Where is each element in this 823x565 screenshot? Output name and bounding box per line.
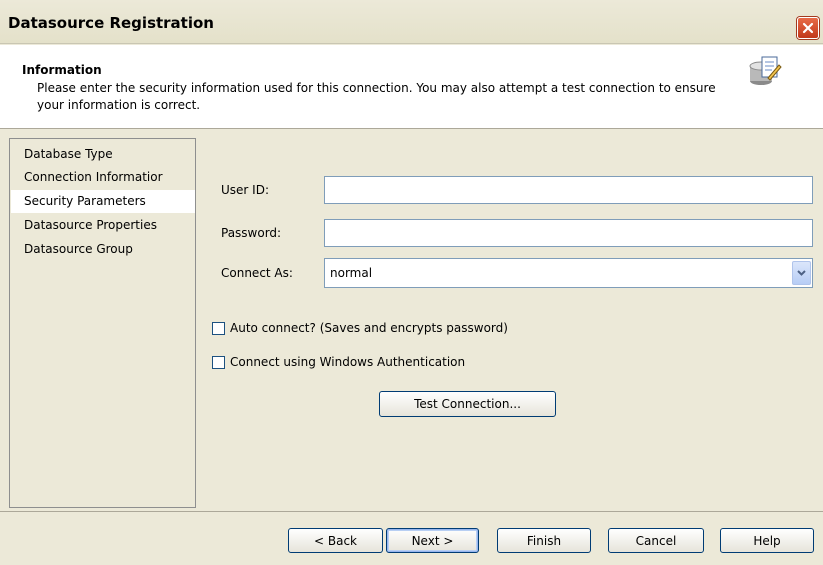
nav-item-security-parameters[interactable]: Security Parameters <box>11 190 195 213</box>
connect-as-select[interactable]: normal <box>324 258 813 288</box>
password-label: Password: <box>221 226 282 240</box>
back-button[interactable]: < Back <box>288 528 383 553</box>
nav-item-connection-information[interactable]: Connection Informatior <box>11 166 195 189</box>
nav-item-database-type[interactable]: Database Type <box>11 143 195 166</box>
finish-button[interactable]: Finish <box>497 528 591 553</box>
cancel-button[interactable]: Cancel <box>608 528 704 553</box>
title-bar: Datasource Registration <box>0 0 823 44</box>
user-id-input[interactable] <box>324 176 813 204</box>
close-button[interactable] <box>797 17 819 39</box>
connect-as-label: Connect As: <box>221 266 293 280</box>
auto-connect-label: Auto connect? (Saves and encrypts passwo… <box>230 321 508 335</box>
auto-connect-row[interactable]: Auto connect? (Saves and encrypts passwo… <box>212 321 508 335</box>
windows-auth-row[interactable]: Connect using Windows Authentication <box>212 355 465 369</box>
password-input[interactable] <box>324 219 813 247</box>
auto-connect-checkbox[interactable] <box>212 321 225 335</box>
footer-separator <box>0 511 823 512</box>
close-icon <box>802 22 814 34</box>
header-description: Please enter the security information us… <box>37 81 716 112</box>
wizard-steps-panel: Database Type Connection Informatior Sec… <box>9 138 196 508</box>
nav-item-datasource-properties[interactable]: Datasource Properties <box>11 214 195 237</box>
info-header: Information Please enter the security in… <box>0 45 823 129</box>
header-title: Information <box>22 63 102 77</box>
test-connection-button[interactable]: Test Connection... <box>379 391 556 417</box>
help-button[interactable]: Help <box>720 528 814 553</box>
chevron-down-icon <box>797 270 806 276</box>
next-button[interactable]: Next > <box>386 528 479 553</box>
user-id-label: User ID: <box>221 183 269 197</box>
windows-auth-label: Connect using Windows Authentication <box>230 355 466 369</box>
windows-auth-checkbox[interactable] <box>212 355 225 369</box>
datasource-registration-window: Datasource Registration Information Plea… <box>0 0 823 565</box>
nav-item-datasource-group[interactable]: Datasource Group <box>11 238 195 261</box>
window-title: Datasource Registration <box>8 14 214 32</box>
connect-as-value: normal <box>330 266 373 280</box>
dropdown-button[interactable] <box>792 261 811 285</box>
database-edit-icon <box>749 56 782 85</box>
